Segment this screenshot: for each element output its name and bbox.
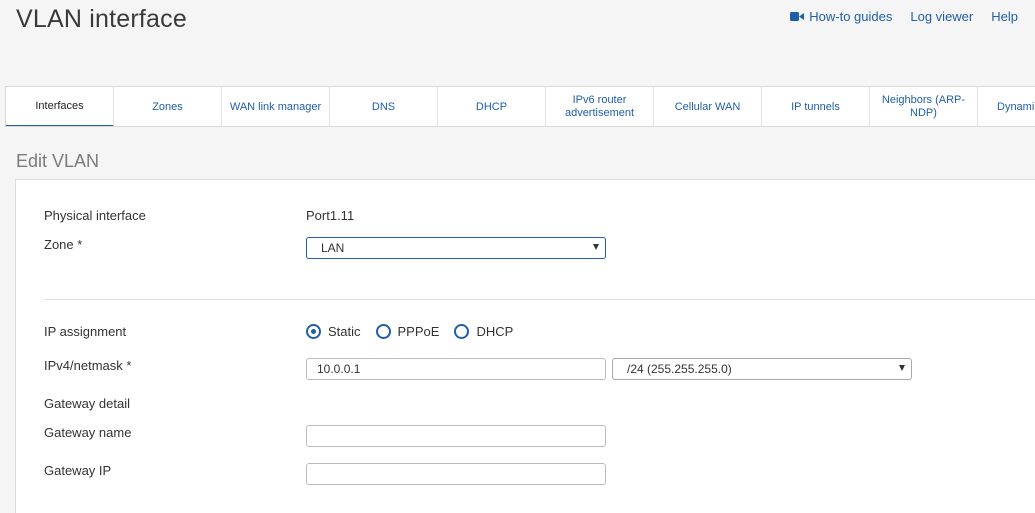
physical-interface-value: Port1.11 <box>306 208 355 223</box>
ip-assignment-label: IP assignment <box>44 324 127 339</box>
tab-ip-tunnels[interactable]: IP tunnels <box>762 87 870 126</box>
tab-neighbors[interactable]: Neighbors (ARP-NDP) <box>870 87 978 126</box>
ip-assignment-radio-group: Static PPPoE DHCP <box>306 324 528 339</box>
divider <box>44 299 1035 300</box>
tab-dhcp[interactable]: DHCP <box>438 87 546 126</box>
tab-wan-link-manager[interactable]: WAN link manager <box>222 87 330 126</box>
gateway-ip-label: Gateway IP <box>44 463 112 478</box>
gateway-name-input[interactable] <box>306 425 606 447</box>
tab-bar: Interfaces Zones WAN link manager DNS DH… <box>5 86 1035 127</box>
radio-dhcp-label: DHCP <box>476 324 514 339</box>
tab-zones[interactable]: Zones <box>114 87 222 126</box>
section-title: Edit VLAN <box>16 151 100 171</box>
tab-interfaces[interactable]: Interfaces <box>6 87 114 126</box>
tab-dns[interactable]: DNS <box>330 87 438 126</box>
radio-pppoe-label: PPPoE <box>397 324 440 339</box>
zone-select-value: LAN <box>321 241 345 255</box>
radio-static[interactable]: Static <box>306 324 361 339</box>
zone-label: Zone * <box>44 237 83 252</box>
chevron-down-icon <box>593 244 599 250</box>
zone-select[interactable]: LAN <box>306 237 606 259</box>
gateway-ip-input[interactable] <box>306 463 606 485</box>
tab-dynamic-routing[interactable]: Dynami <box>978 87 1035 126</box>
gateway-name-label: Gateway name <box>44 425 132 440</box>
netmask-select-value: /24 (255.255.255.0) <box>627 362 732 376</box>
netmask-select[interactable]: /24 (255.255.255.0) <box>612 358 912 380</box>
tab-cellular-wan[interactable]: Cellular WAN <box>654 87 762 126</box>
physical-interface-label: Physical interface <box>44 208 146 223</box>
how-to-guides-link[interactable]: How-to guides <box>790 9 892 24</box>
log-viewer-link[interactable]: Log viewer <box>910 9 973 24</box>
how-to-guides-label: How-to guides <box>809 9 893 24</box>
radio-pppoe[interactable]: PPPoE <box>375 324 440 339</box>
edit-vlan-panel: Physical interface Port1.11 Zone * LAN I… <box>15 179 1035 513</box>
ipv4-address-input[interactable] <box>306 358 606 380</box>
radio-unchecked-icon <box>375 324 391 339</box>
tab-ipv6-router-advertisement[interactable]: IPv6 router advertisement <box>546 87 654 126</box>
page-title: VLAN interface <box>16 5 187 33</box>
gateway-detail-label: Gateway detail <box>44 396 130 411</box>
help-link[interactable]: Help <box>991 9 1018 24</box>
radio-static-label: Static <box>328 324 361 339</box>
video-camera-icon <box>790 12 805 21</box>
header-links: How-to guides Log viewer Help <box>790 9 1018 24</box>
radio-dhcp[interactable]: DHCP <box>454 324 513 339</box>
ipv4-netmask-label: IPv4/netmask * <box>44 358 132 373</box>
radio-checked-icon <box>306 324 321 339</box>
chevron-down-icon <box>899 365 905 371</box>
radio-unchecked-icon <box>454 324 470 339</box>
